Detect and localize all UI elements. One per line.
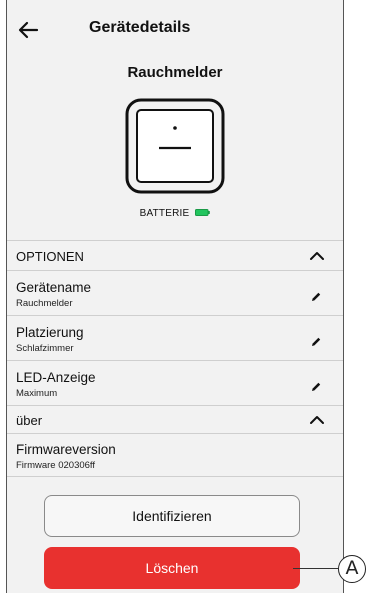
- page-title: Gerätedetails: [89, 19, 191, 36]
- device-name-heading: Rauchmelder: [127, 64, 223, 81]
- option-label: Platzierung: [16, 325, 84, 340]
- battery-status: BATTERIE: [7, 208, 343, 219]
- pencil-icon[interactable]: [309, 380, 323, 394]
- device-details-header: Gerätedetails Rauchmelder BATTERIE: [7, 0, 343, 240]
- pencil-icon[interactable]: [309, 290, 323, 304]
- battery-full-icon: [195, 208, 211, 216]
- option-row-led-indicator[interactable]: LED-Anzeige Maximum: [7, 360, 343, 405]
- option-value: Maximum: [16, 388, 58, 399]
- about-section-label: über: [16, 413, 43, 428]
- delete-button[interactable]: Löschen: [44, 547, 300, 589]
- option-label: Gerätename: [16, 280, 92, 295]
- pencil-icon[interactable]: [309, 335, 323, 349]
- about-row-firmware: Firmwareversion Firmware 020306ff: [7, 433, 343, 476]
- smoke-detector-icon: [125, 98, 225, 194]
- about-value: Firmware 020306ff: [16, 460, 96, 471]
- option-value: Rauchmelder: [16, 298, 73, 309]
- option-row-placement[interactable]: Platzierung Schlafzimmer: [7, 315, 343, 360]
- options-section-header[interactable]: OPTIONEN: [7, 240, 343, 269]
- identify-button[interactable]: Identifizieren: [44, 495, 300, 537]
- battery-label: BATTERIE: [139, 208, 190, 219]
- arrow-left-icon[interactable]: [15, 16, 43, 44]
- about-section-header[interactable]: über: [7, 405, 343, 433]
- option-row-device-name[interactable]: Gerätename Rauchmelder: [7, 270, 343, 315]
- phone-screen: Gerätedetails Rauchmelder BATTERIE OPTIO…: [6, 0, 344, 593]
- callout-line: [293, 568, 338, 569]
- actions-area: Identifizieren Löschen: [7, 476, 343, 593]
- option-value: Schlafzimmer: [16, 343, 74, 354]
- chevron-up-icon[interactable]: [309, 415, 325, 425]
- about-label: Firmwareversion: [16, 442, 116, 457]
- chevron-up-icon[interactable]: [309, 251, 325, 261]
- option-label: LED-Anzeige: [16, 370, 96, 385]
- options-section-label: OPTIONEN: [16, 249, 84, 264]
- callout-marker: A: [338, 555, 366, 583]
